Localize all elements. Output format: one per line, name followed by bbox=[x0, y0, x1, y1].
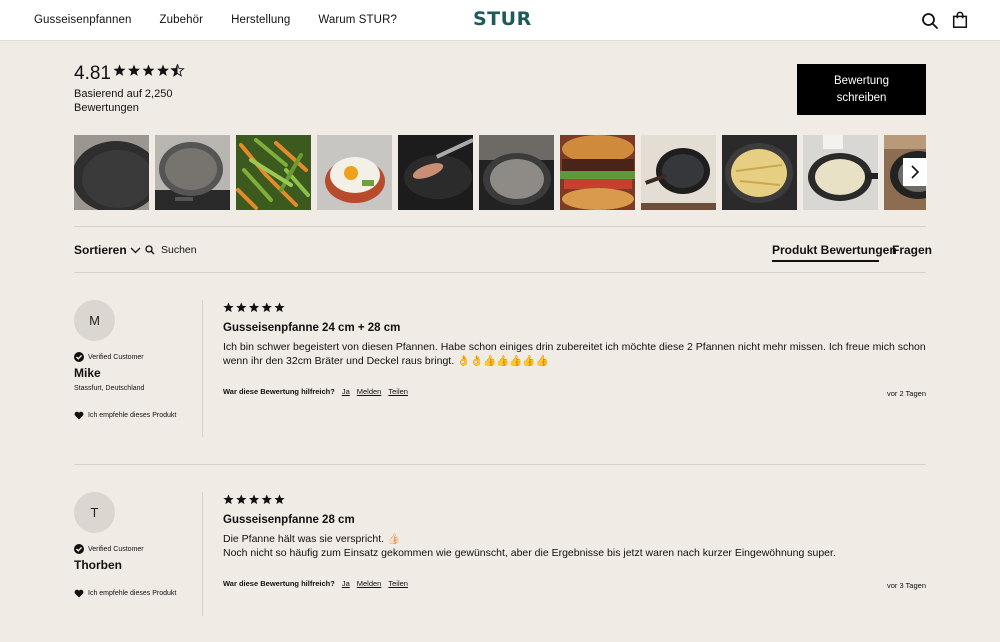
shopping-bag-icon[interactable] bbox=[951, 11, 969, 29]
review-photo[interactable] bbox=[641, 135, 716, 210]
column-separator bbox=[202, 492, 203, 616]
avatar: T bbox=[74, 492, 115, 533]
verified-label: Verified Customer bbox=[88, 545, 144, 553]
helpful-yes-link[interactable]: Ja bbox=[342, 387, 350, 396]
review-photo[interactable] bbox=[317, 135, 392, 210]
recommendation-text: Ich empfehle dieses Produkt bbox=[88, 412, 177, 419]
helpful-question: War diese Bewertung hilfreich? bbox=[223, 387, 335, 396]
reviewer-name: Mike bbox=[74, 366, 101, 380]
heart-icon bbox=[74, 411, 84, 420]
review-body: Ich bin schwer begeistert von diesen Pfa… bbox=[223, 340, 928, 368]
review-photo[interactable] bbox=[74, 135, 149, 210]
main-nav: Gusseisenpfannen Zubehör Herstellung War… bbox=[34, 14, 425, 26]
review-stars bbox=[223, 494, 286, 505]
sort-label: Sortieren bbox=[74, 243, 127, 257]
write-review-button[interactable]: Bewertung schreiben bbox=[797, 64, 926, 115]
search-label: Suchen bbox=[161, 244, 197, 256]
column-separator bbox=[202, 300, 203, 437]
section-divider bbox=[74, 272, 926, 273]
verified-check-icon bbox=[74, 544, 84, 554]
review-title: Gusseisenpfanne 24 cm + 28 cm bbox=[223, 322, 401, 334]
review-date: vor 2 Tagen bbox=[886, 389, 926, 398]
verified-badge: Verified Customer bbox=[74, 352, 144, 362]
rating-basis-text: Basierend auf 2,250 Bewertungen bbox=[74, 88, 173, 114]
write-review-button-label: Bewertung schreiben bbox=[834, 74, 889, 104]
review-stars bbox=[223, 302, 286, 313]
review-text-line: Noch nicht so häufig zum Einsatz gekomme… bbox=[223, 547, 836, 559]
search-icon[interactable] bbox=[921, 12, 939, 30]
avatar: M bbox=[74, 300, 115, 341]
review-body: Die Pfanne hält was sie verspricht. 👍🏻 N… bbox=[223, 532, 933, 560]
heart-icon bbox=[74, 589, 84, 598]
chevron-right-icon bbox=[911, 165, 920, 179]
review-photo[interactable] bbox=[722, 135, 797, 210]
brand-logo[interactable]: STUR bbox=[473, 8, 532, 30]
active-tab-indicator bbox=[772, 260, 879, 262]
nav-link-gusseisenpfannen[interactable]: Gusseisenpfannen bbox=[34, 14, 132, 26]
review-photo[interactable] bbox=[236, 135, 311, 210]
average-rating-stars bbox=[113, 64, 185, 77]
verified-label: Verified Customer bbox=[88, 353, 144, 361]
nav-link-herstellung[interactable]: Herstellung bbox=[231, 14, 290, 26]
reviewer-name: Thorben bbox=[74, 558, 122, 572]
tab-product-reviews[interactable]: Produkt Bewertungen bbox=[772, 243, 897, 257]
recommendation-text: Ich empfehle dieses Produkt bbox=[88, 590, 177, 597]
review-photo[interactable] bbox=[398, 135, 473, 210]
review-date: vor 3 Tagen bbox=[886, 581, 926, 590]
review-text-line: Die Pfanne hält was sie verspricht. 👍🏻 bbox=[223, 533, 401, 545]
average-rating: 4.81 bbox=[74, 63, 111, 84]
review-photo[interactable] bbox=[479, 135, 554, 210]
share-link[interactable]: Teilen bbox=[388, 579, 408, 588]
search-reviews[interactable]: Suchen bbox=[145, 244, 197, 256]
chevron-down-icon bbox=[130, 247, 141, 253]
helpful-question: War diese Bewertung hilfreich? bbox=[223, 579, 335, 588]
photo-gallery bbox=[74, 135, 926, 210]
helpful-yes-link[interactable]: Ja bbox=[342, 579, 350, 588]
report-link[interactable]: Melden bbox=[357, 579, 382, 588]
review-photo[interactable] bbox=[155, 135, 230, 210]
top-navigation-bar: Gusseisenpfannen Zubehör Herstellung War… bbox=[0, 0, 1000, 41]
search-icon bbox=[145, 245, 155, 255]
share-link[interactable]: Teilen bbox=[388, 387, 408, 396]
helpful-row: War diese Bewertung hilfreich? Ja Melden… bbox=[223, 579, 408, 588]
section-divider bbox=[74, 226, 926, 227]
review-photo[interactable] bbox=[560, 135, 635, 210]
nav-link-warum-stur[interactable]: Warum STUR? bbox=[318, 14, 397, 26]
review-text: Ich bin schwer begeistert von diesen Pfa… bbox=[223, 341, 926, 367]
recommendation: Ich empfehle dieses Produkt bbox=[74, 411, 176, 420]
gallery-next-button[interactable] bbox=[903, 158, 927, 186]
verified-check-icon bbox=[74, 352, 84, 362]
report-link[interactable]: Melden bbox=[357, 387, 382, 396]
nav-link-zubehoer[interactable]: Zubehör bbox=[160, 14, 204, 26]
tab-questions[interactable]: Fragen bbox=[892, 243, 932, 257]
helpful-row: War diese Bewertung hilfreich? Ja Melden… bbox=[223, 387, 408, 396]
review-photo[interactable] bbox=[803, 135, 878, 210]
verified-badge: Verified Customer bbox=[74, 544, 144, 554]
sort-dropdown[interactable]: Sortieren bbox=[74, 243, 141, 257]
review-divider bbox=[74, 464, 926, 465]
recommendation: Ich empfehle dieses Produkt bbox=[74, 589, 176, 598]
reviewer-location: Stassfurt, Deutschland bbox=[74, 385, 145, 392]
review-title: Gusseisenpfanne 28 cm bbox=[223, 514, 355, 526]
